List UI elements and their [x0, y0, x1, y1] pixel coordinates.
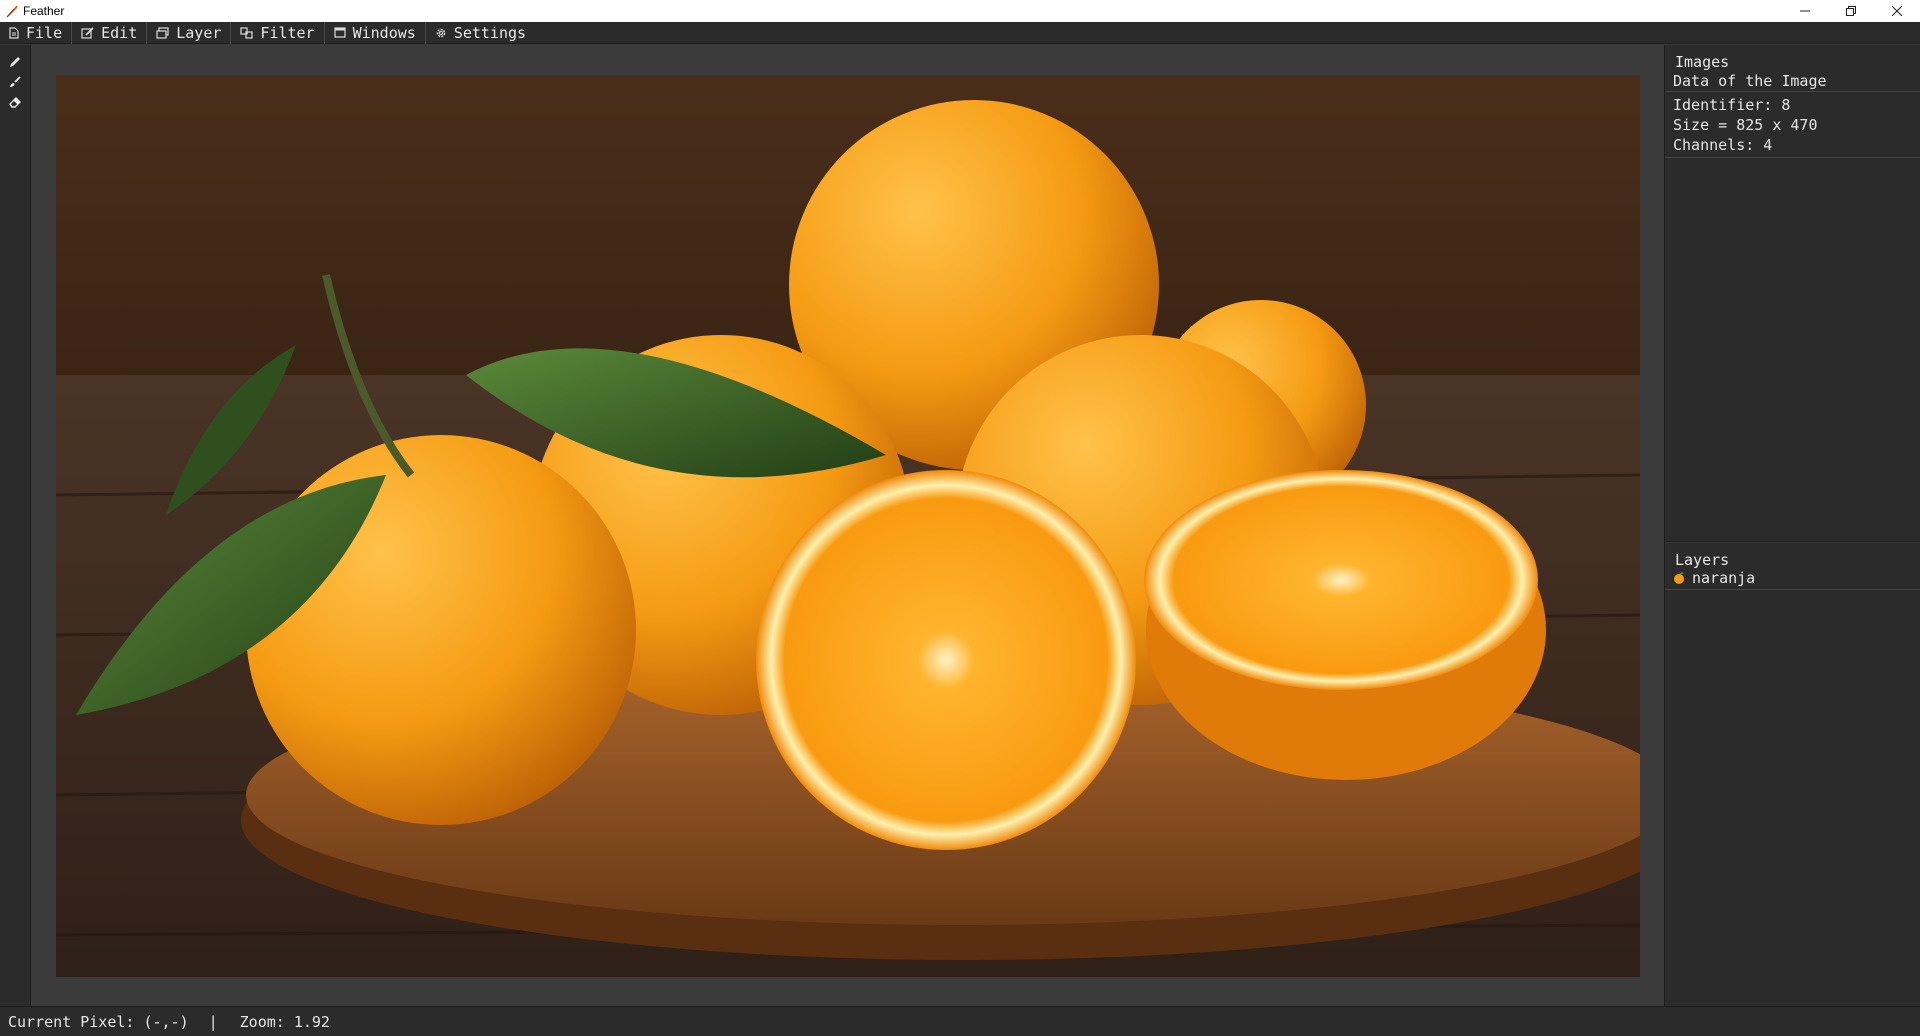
- menu-bar: File Edit Layer Filter Windows Settings: [0, 21, 1920, 44]
- menu-edit-label: Edit: [101, 23, 138, 42]
- menu-settings[interactable]: Settings: [426, 22, 535, 44]
- image-info: Identifier: 8 Size = 825 x 470 Channels:…: [1665, 92, 1920, 158]
- brush-tool[interactable]: [5, 72, 25, 92]
- menu-file[interactable]: File: [0, 21, 73, 44]
- menu-filter-label: Filter: [260, 23, 315, 42]
- minimize-button[interactable]: [1782, 0, 1828, 22]
- canvas-image[interactable]: [56, 75, 1640, 977]
- image-size: Size = 825 x 470: [1673, 116, 1818, 134]
- close-button[interactable]: [1874, 0, 1920, 22]
- menu-edit[interactable]: Edit: [72, 21, 148, 44]
- image-identifier: Identifier: 8: [1673, 96, 1791, 114]
- filter-icon: [240, 26, 254, 39]
- menu-layer-label: Layer: [176, 23, 222, 42]
- status-bar: Current Pixel: (-,-) | Zoom: 1.92: [0, 1006, 1920, 1036]
- pencil-icon: [10, 57, 20, 67]
- window-icon: [333, 27, 346, 38]
- status-separator: |: [208, 1012, 218, 1031]
- edit-icon: [81, 26, 94, 39]
- layers-panel-title: Layers: [1675, 551, 1730, 569]
- menu-windows-label: Windows: [352, 23, 416, 42]
- menu-file-label: File: [26, 23, 63, 42]
- menu-filter[interactable]: Filter: [231, 21, 325, 44]
- layer-icon: [156, 26, 169, 39]
- eraser-icon: [9, 97, 21, 108]
- brush-icon: [10, 76, 21, 87]
- layer-item[interactable]: naranja: [1665, 567, 1920, 590]
- file-icon: [9, 26, 19, 39]
- canvas-area[interactable]: [32, 45, 1664, 1006]
- minimize-icon: [1800, 10, 1810, 12]
- current-pixel: Current Pixel: (-,-): [8, 1012, 189, 1031]
- oranges-image: [56, 75, 1640, 977]
- pencil-tool[interactable]: [5, 52, 25, 72]
- gear-icon: [436, 28, 446, 37]
- zoom-level: Zoom: 1.92: [239, 1012, 330, 1031]
- menu-windows[interactable]: Windows: [325, 21, 426, 44]
- image-channels: Channels: 4: [1673, 136, 1773, 154]
- orange-layer-icon: [1674, 572, 1684, 584]
- layer-name: naranja: [1692, 569, 1756, 587]
- layers-panel: Layers naranja: [1665, 543, 1920, 590]
- right-panel: Images Data of the Image Identifier: 8 S…: [1664, 45, 1920, 1006]
- title-bar: Feather: [0, 0, 1920, 22]
- window-title: Feather: [23, 4, 65, 18]
- eraser-tool[interactable]: [5, 92, 25, 112]
- images-panel-title: Images: [1675, 53, 1730, 71]
- menu-layer[interactable]: Layer: [147, 21, 232, 44]
- tool-bar: [0, 45, 31, 1006]
- close-icon: [1892, 6, 1902, 16]
- restore-button[interactable]: [1828, 0, 1874, 22]
- restore-icon: [1846, 6, 1856, 16]
- images-panel-subtitle: Data of the Image: [1665, 69, 1920, 92]
- feather-icon: [5, 4, 19, 18]
- menu-settings-label: Settings: [453, 23, 527, 42]
